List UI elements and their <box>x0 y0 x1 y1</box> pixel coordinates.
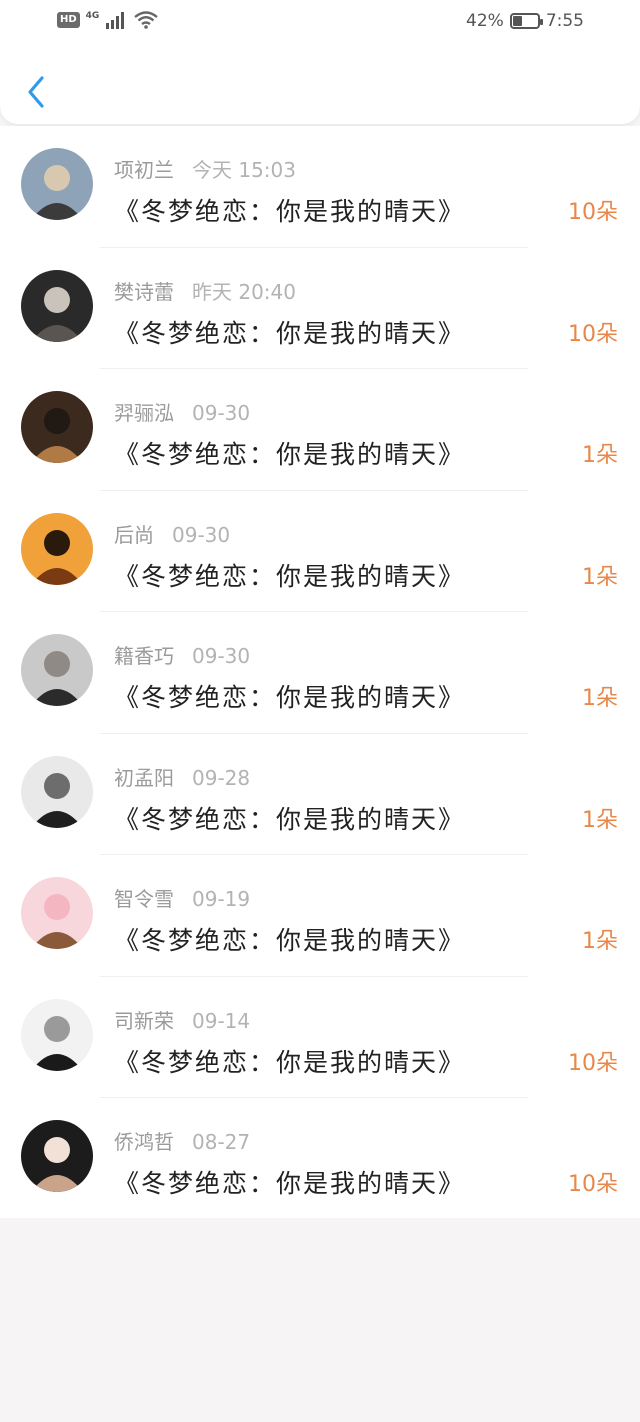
avatar[interactable] <box>21 148 93 220</box>
avatar[interactable] <box>21 755 93 828</box>
clock: 7:55 <box>545 11 584 31</box>
sender-name: 后尚 <box>114 522 154 547</box>
avatar[interactable] <box>21 391 93 463</box>
send-time: 08-27 <box>192 1130 251 1154</box>
list-item[interactable]: 后尚 09-30 《冬梦绝恋：你是我的晴天》 1朵 <box>0 491 640 612</box>
avatar[interactable] <box>21 269 93 342</box>
send-time: 09-19 <box>192 887 251 911</box>
send-time: 09-30 <box>172 522 231 547</box>
sender-meta: 初孟阳 09-28 <box>114 762 250 791</box>
list-item[interactable]: 籍香巧 09-30 《冬梦绝恋：你是我的晴天》 1朵 <box>0 612 640 734</box>
book-title: 《冬梦绝恋：你是我的晴天》 <box>114 683 466 712</box>
gift-amount: 1朵 <box>582 443 618 468</box>
book-title: 《冬梦绝恋：你是我的晴天》 <box>114 1047 466 1077</box>
gift-amount: 10朵 <box>568 321 618 347</box>
status-bar-right: 42% 7:55 <box>466 11 584 31</box>
gift-amount: 10朵 <box>568 1172 618 1197</box>
gift-amount: 10朵 <box>568 1050 618 1076</box>
book-title: 《冬梦绝恋：你是我的晴天》 <box>114 1169 466 1198</box>
sender-name: 智令雪 <box>114 887 174 911</box>
sender-meta: 羿骊泓 09-30 <box>114 397 250 426</box>
wifi-icon <box>134 11 159 29</box>
hd-badge: HD <box>57 12 80 28</box>
avatar[interactable] <box>21 512 93 585</box>
list-item[interactable]: 初孟阳 09-28 《冬梦绝恋：你是我的晴天》 1朵 <box>0 734 640 855</box>
user-avatar-icon <box>21 634 93 706</box>
signal-icon <box>106 12 125 29</box>
user-avatar-icon <box>21 391 93 463</box>
list-item[interactable]: 羿骊泓 09-30 《冬梦绝恋：你是我的晴天》 1朵 <box>0 369 640 491</box>
book-title: 《冬梦绝恋：你是我的晴天》 <box>114 561 466 591</box>
avatar[interactable] <box>21 634 93 706</box>
send-time: 09-30 <box>192 644 251 668</box>
book-title: 《冬梦绝恋：你是我的晴天》 <box>114 197 466 226</box>
empty-background <box>0 1218 640 1422</box>
battery-percent: 42% <box>466 11 504 31</box>
gift-record-list: 项初兰 今天 15:03 《冬梦绝恋：你是我的晴天》 10朵 樊诗蕾 昨天 20:40 《冬… <box>0 126 640 1220</box>
send-time: 09-28 <box>192 765 251 790</box>
network-label: 4G <box>85 11 100 21</box>
gift-amount: 1朵 <box>582 929 618 954</box>
list-item[interactable]: 樊诗蕾 昨天 20:40 《冬梦绝恋：你是我的晴天》 10朵 <box>0 248 640 369</box>
user-avatar-icon <box>21 877 93 949</box>
gift-amount: 1朵 <box>582 807 618 833</box>
book-title: 《冬梦绝恋：你是我的晴天》 <box>114 804 466 834</box>
sender-meta: 籍香巧 09-30 <box>114 640 250 669</box>
battery-icon <box>509 13 543 29</box>
list-item[interactable]: 项初兰 今天 15:03 《冬梦绝恋：你是我的晴天》 10朵 <box>0 126 640 248</box>
top-header: HD 4G 42% 7:55 <box>0 0 640 124</box>
list-item[interactable]: 智令雪 09-19 《冬梦绝恋：你是我的晴天》 1朵 <box>0 855 640 977</box>
send-time: 昨天 20:40 <box>192 279 296 304</box>
sender-name: 侨鸿哲 <box>114 1130 174 1154</box>
sender-name: 司新荣 <box>114 1008 174 1033</box>
back-button[interactable] <box>16 70 56 114</box>
sender-meta: 侨鸿哲 08-27 <box>114 1126 250 1155</box>
book-title: 《冬梦绝恋：你是我的晴天》 <box>114 318 466 348</box>
sender-meta: 智令雪 09-19 <box>114 883 250 912</box>
user-avatar-icon <box>21 148 93 220</box>
sender-name: 羿骊泓 <box>114 401 174 425</box>
sender-name: 项初兰 <box>114 158 174 182</box>
sender-meta: 司新荣 09-14 <box>114 1005 250 1034</box>
gift-amount: 1朵 <box>582 686 618 711</box>
gift-amount: 1朵 <box>582 564 618 590</box>
avatar[interactable] <box>21 998 93 1071</box>
book-title: 《冬梦绝恋：你是我的晴天》 <box>114 926 466 955</box>
user-avatar-icon <box>21 512 93 585</box>
user-avatar-icon <box>21 269 93 342</box>
sender-name: 樊诗蕾 <box>114 279 174 304</box>
list-item[interactable]: 侨鸿哲 08-27 《冬梦绝恋：你是我的晴天》 10朵 <box>0 1098 640 1220</box>
send-time: 09-30 <box>192 401 251 425</box>
user-avatar-icon <box>21 998 93 1071</box>
sender-meta: 后尚 09-30 <box>114 519 230 548</box>
send-time: 今天 15:03 <box>192 158 296 182</box>
battery-level <box>512 16 522 26</box>
sender-meta: 樊诗蕾 昨天 20:40 <box>114 276 296 305</box>
send-time: 09-14 <box>192 1008 251 1033</box>
sender-meta: 项初兰 今天 15:03 <box>114 154 296 183</box>
avatar[interactable] <box>21 1120 93 1192</box>
user-avatar-icon <box>21 1120 93 1192</box>
gift-amount: 10朵 <box>568 200 618 225</box>
status-bar-left: HD 4G <box>57 10 159 30</box>
book-title: 《冬梦绝恋：你是我的晴天》 <box>114 440 466 469</box>
list-item[interactable]: 司新荣 09-14 《冬梦绝恋：你是我的晴天》 10朵 <box>0 977 640 1098</box>
status-bar: HD 4G 42% 7:55 <box>0 0 640 44</box>
user-avatar-icon <box>21 755 93 828</box>
chevron-left-icon <box>28 76 44 108</box>
sender-name: 初孟阳 <box>114 765 174 790</box>
avatar[interactable] <box>21 877 93 949</box>
sender-name: 籍香巧 <box>114 644 174 668</box>
